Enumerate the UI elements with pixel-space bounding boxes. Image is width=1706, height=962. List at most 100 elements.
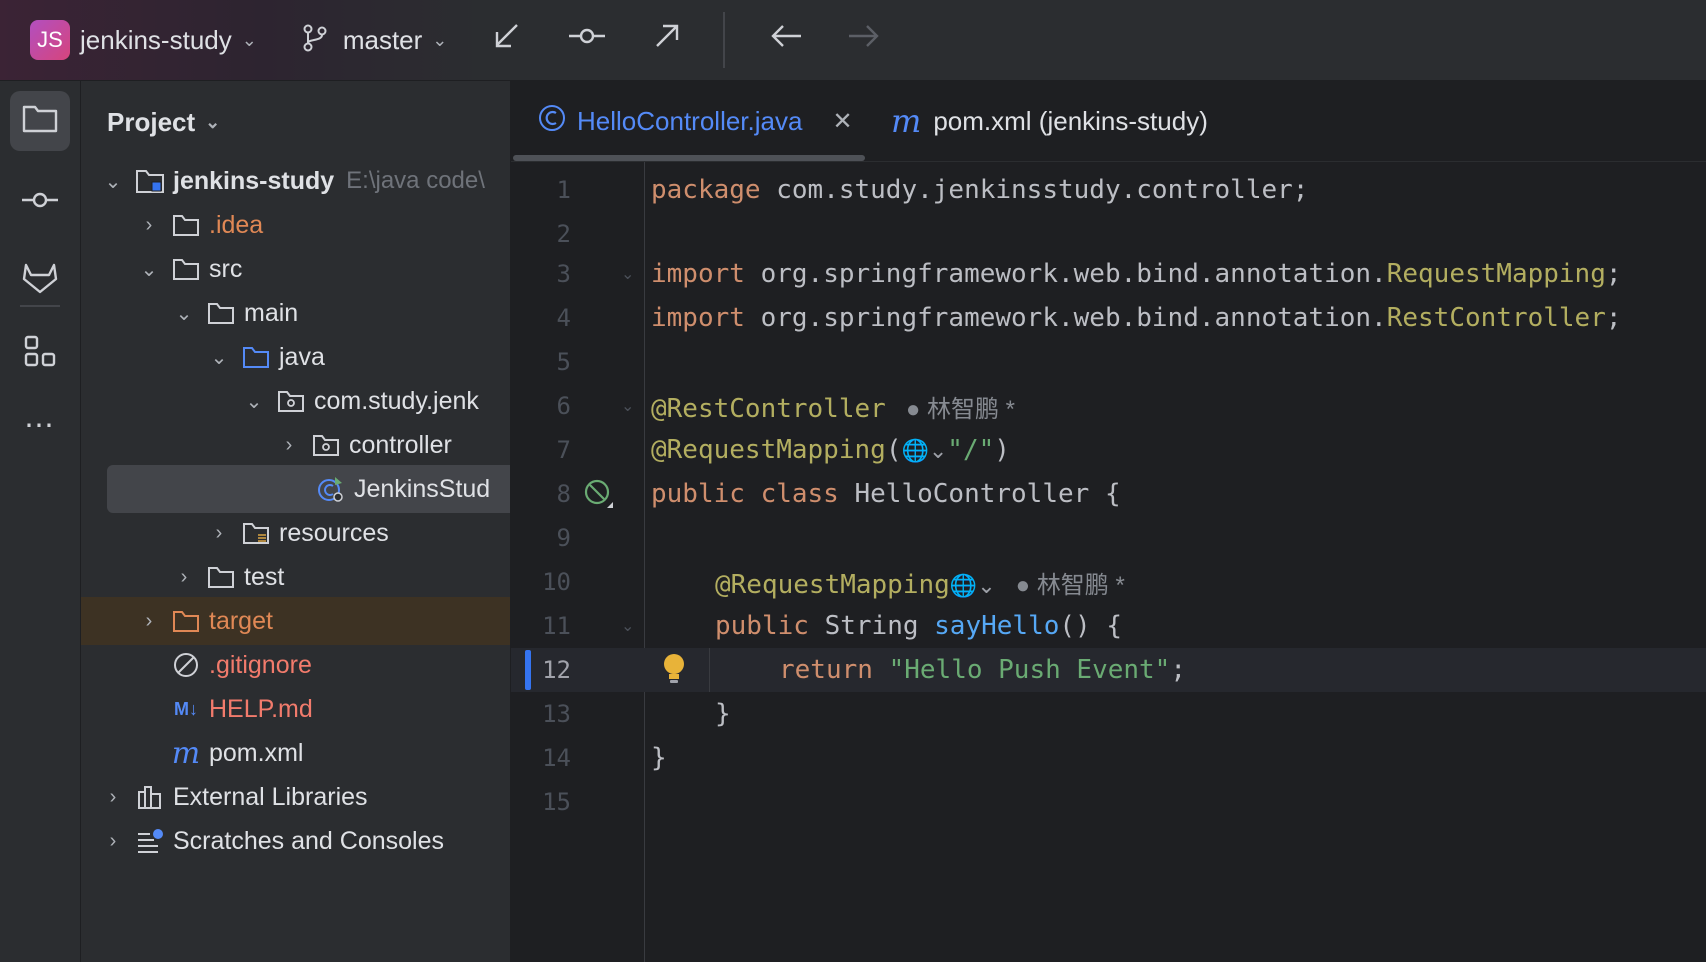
project-panel-header[interactable]: Project ⌄ <box>107 107 220 138</box>
chevron-down-icon[interactable]: ⌄ <box>172 301 196 326</box>
commit-icon[interactable] <box>567 20 607 60</box>
push-icon[interactable] <box>651 20 683 60</box>
tree-item-gitignore[interactable]: .gitignore <box>81 641 510 689</box>
chevron-right-icon[interactable]: › <box>277 434 301 457</box>
tree-item-application-class[interactable]: JenkinsStud <box>107 465 510 513</box>
class-icon <box>537 103 567 140</box>
code-line[interactable]: 7 @RequestMapping(🌐⌄"/") <box>511 428 1706 472</box>
chevron-right-icon[interactable]: › <box>137 610 161 633</box>
lightbulb-icon[interactable] <box>661 652 687 691</box>
chevron-down-icon[interactable]: ⌄ <box>242 30 257 51</box>
current-code-line[interactable]: 12 return "Hello Push Event"; <box>511 648 1706 692</box>
code-token: ) <box>994 435 1010 465</box>
close-icon[interactable]: ✕ <box>832 107 852 136</box>
chevron-down-icon[interactable]: ⌄ <box>207 345 231 370</box>
more-tools-button[interactable]: ⋯ <box>10 395 70 455</box>
globe-icon[interactable]: 🌐⌄ <box>950 574 996 599</box>
code-line[interactable]: 9 <box>511 516 1706 560</box>
project-name[interactable]: jenkins-study <box>80 25 232 56</box>
chevron-right-icon[interactable]: › <box>137 214 161 237</box>
back-arrow-icon[interactable] <box>769 21 803 59</box>
code-text: import org.springframework.web.bind.anno… <box>651 259 1622 289</box>
branch-icon <box>301 23 329 58</box>
code-line[interactable]: 1 package com.study.jenkinsstudy.control… <box>511 168 1706 212</box>
code-line[interactable]: 11 ⌄ public String sayHello() { <box>511 604 1706 648</box>
structure-tool-button[interactable] <box>10 324 70 384</box>
code-line[interactable]: 8 public class HelloController { <box>511 472 1706 516</box>
code-token: com.study.jenkinsstudy.controller; <box>760 175 1309 205</box>
tree-item-help-md[interactable]: M↓ HELP.md <box>81 685 510 733</box>
tree-item-target[interactable]: › target <box>81 597 510 645</box>
forward-arrow-icon[interactable] <box>847 21 881 59</box>
tree-item-controller[interactable]: › controller <box>81 421 510 469</box>
package-icon <box>309 431 343 459</box>
fold-icon[interactable]: ⌄ <box>621 616 634 636</box>
line-number: 13 <box>542 700 571 728</box>
tree-item-label: jenkins-study <box>173 166 335 195</box>
commit-tool-button[interactable] <box>10 171 70 231</box>
tab-hello-controller[interactable]: HelloController.java ✕ <box>537 81 853 161</box>
tab-label: HelloController.java <box>577 105 803 136</box>
tab-label: pom.xml (jenkins-study) <box>933 105 1208 136</box>
line-number: 12 <box>542 656 571 684</box>
code-text: } <box>651 743 667 773</box>
chevron-right-icon[interactable]: › <box>172 566 196 589</box>
globe-icon[interactable]: 🌐⌄ <box>901 439 947 464</box>
code-line[interactable]: 13 } <box>511 692 1706 736</box>
keyword: public <box>715 611 809 641</box>
chevron-right-icon[interactable]: › <box>101 786 125 809</box>
code-line[interactable]: 6 ⌄ @RestController ● 林智鹏 * <box>511 384 1706 428</box>
tree-item-idea[interactable]: › .idea <box>81 201 510 249</box>
tree-item-label: resources <box>279 518 389 547</box>
tree-item-pom[interactable]: m pom.xml <box>81 729 510 777</box>
tree-item-src[interactable]: ⌄ src <box>81 245 510 293</box>
tree-item-external-libraries[interactable]: › External Libraries <box>81 773 510 821</box>
code-line[interactable]: 5 <box>511 340 1706 384</box>
chevron-down-icon[interactable]: ⌄ <box>137 257 161 282</box>
tree-item-jenkins-study[interactable]: ⌄ jenkins-study E:\java code\ <box>81 157 510 205</box>
class-reference: RequestMapping <box>1386 259 1606 289</box>
tree-item-label: pom.xml <box>209 738 304 767</box>
tree-item-java[interactable]: ⌄ java <box>81 333 510 381</box>
tree-item-label: JenkinsStud <box>354 474 491 503</box>
tree-item-label: java <box>279 342 325 371</box>
chevron-down-icon[interactable]: ⌄ <box>242 389 266 414</box>
gitlab-tool-button[interactable] <box>10 251 70 311</box>
user-icon: ● <box>905 395 921 423</box>
code-line[interactable]: 3 ⌄ import org.springframework.web.bind.… <box>511 252 1706 296</box>
tree-item-resources[interactable]: › resources <box>81 509 510 557</box>
chevron-right-icon[interactable]: › <box>207 522 231 545</box>
tree-item-label: test <box>244 562 285 591</box>
fold-icon[interactable]: ⌄ <box>621 396 634 416</box>
code-line[interactable]: 2 <box>511 212 1706 256</box>
code-line[interactable]: 14 } <box>511 736 1706 780</box>
code-line[interactable]: 10 @RequestMapping🌐⌄ ● 林智鹏 * <box>511 560 1706 604</box>
project-tool-button[interactable] <box>10 91 70 151</box>
code-line[interactable]: 15 <box>511 780 1706 824</box>
tree-item-label: .idea <box>209 210 264 239</box>
code-text: public String sayHello() { <box>715 611 1122 641</box>
code-author-hint[interactable]: ● 林智鹏 * <box>906 396 1015 423</box>
tree-item-main[interactable]: ⌄ main <box>81 289 510 337</box>
scratches-icon <box>133 827 167 855</box>
line-number: 2 <box>556 220 571 248</box>
chevron-down-icon[interactable]: ⌄ <box>101 169 125 194</box>
update-project-icon[interactable] <box>491 20 523 60</box>
code-token: org.springframework.web.bind.annotation. <box>744 259 1387 289</box>
folder-icon <box>22 103 58 140</box>
gitlab-icon <box>22 261 58 302</box>
editor-area: HelloController.java ✕ m pom.xml (jenkin… <box>511 81 1706 962</box>
bean-gutter-icon[interactable] <box>583 478 615 515</box>
fold-icon[interactable]: ⌄ <box>621 264 634 284</box>
branch-selector[interactable]: master ⌄ <box>301 23 447 58</box>
line-number: 15 <box>542 788 571 816</box>
project-badge[interactable]: JS <box>30 20 70 60</box>
chevron-right-icon[interactable]: › <box>101 830 125 853</box>
main-toolbar: JS jenkins-study ⌄ master ⌄ <box>0 0 1706 81</box>
code-line[interactable]: 4 import org.springframework.web.bind.an… <box>511 296 1706 340</box>
tree-item-scratches[interactable]: › Scratches and Consoles <box>81 817 510 865</box>
tree-item-test[interactable]: › test <box>81 553 510 601</box>
code-author-hint[interactable]: ● 林智鹏 * <box>1016 572 1125 599</box>
tab-pom-xml[interactable]: m pom.xml (jenkins-study) <box>891 81 1208 161</box>
tree-item-package[interactable]: ⌄ com.study.jenk <box>81 377 510 425</box>
